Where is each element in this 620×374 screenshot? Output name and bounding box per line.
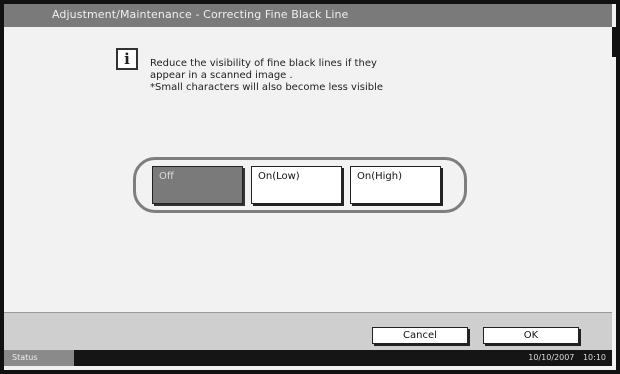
- bottom-bar: Cancel OK: [4, 312, 612, 351]
- title-bar: Adjustment/Maintenance - Correcting Fine…: [4, 4, 612, 27]
- info-icon: i: [116, 48, 138, 70]
- info-icon-glyph: i: [124, 49, 130, 68]
- status-tab[interactable]: Status: [4, 350, 74, 366]
- info-message: Reduce the visibility of fine black line…: [150, 58, 450, 94]
- status-date: 10/10/2007: [528, 353, 575, 362]
- option-off-button[interactable]: Off: [152, 166, 243, 204]
- clock: 10/10/2007 10:10: [528, 350, 606, 366]
- info-line-2: appear in a scanned image .: [150, 70, 293, 81]
- ok-button[interactable]: OK: [483, 327, 579, 344]
- scrollbar[interactable]: [612, 27, 616, 57]
- cancel-button[interactable]: Cancel: [372, 327, 468, 344]
- info-line-3: *Small characters will also become less …: [150, 82, 384, 93]
- status-time: 10:10: [582, 353, 606, 362]
- info-line-1: Reduce the visibility of fine black line…: [150, 58, 377, 69]
- option-on-high-button[interactable]: On(High): [350, 166, 441, 204]
- option-on-low-button[interactable]: On(Low): [251, 166, 342, 204]
- screen-frame: Adjustment/Maintenance - Correcting Fine…: [0, 0, 620, 374]
- status-bar: Status 10/10/2007 10:10: [4, 350, 612, 366]
- window-title: Adjustment/Maintenance - Correcting Fine…: [52, 8, 349, 21]
